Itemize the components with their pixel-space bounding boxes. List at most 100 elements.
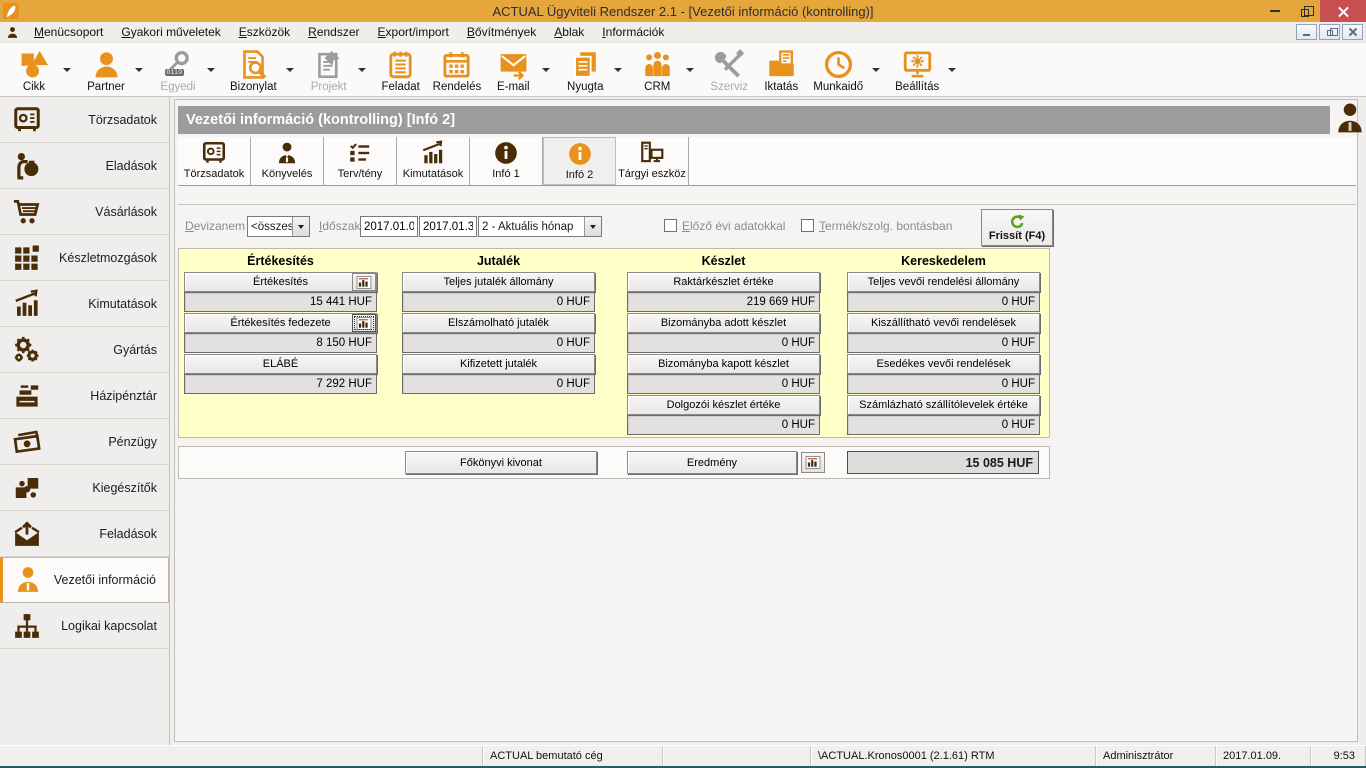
kifizetett-jutalek-button[interactable]: Kifizetett jutalék bbox=[402, 354, 595, 374]
toolbar-beallitas-dropdown[interactable] bbox=[945, 50, 959, 90]
toolbar-email-dropdown[interactable] bbox=[539, 50, 553, 90]
szamlazhato-szallitolevelek-button[interactable]: Számlázható szállítólevelek értéke bbox=[847, 395, 1040, 415]
kiszallithato-rendelesek-button[interactable]: Kiszállítható vevői rendelések bbox=[847, 313, 1040, 333]
sidebar-item-kimutatasok[interactable]: Kimutatások bbox=[0, 281, 169, 327]
teljes-vevoi-rendelesi-button[interactable]: Teljes vevői rendelési állomány bbox=[847, 272, 1040, 292]
toolbar-egyedi-dropdown[interactable] bbox=[204, 50, 218, 90]
toolbar-iktatas-button[interactable]: Iktatás bbox=[755, 47, 807, 93]
date-to-input[interactable] bbox=[419, 216, 477, 237]
metric-value: 0 HUF bbox=[627, 374, 820, 394]
metric-value: 0 HUF bbox=[402, 374, 595, 394]
toolbar-partner-dropdown[interactable] bbox=[132, 50, 146, 90]
ertekesites-fedezete-button[interactable]: Értékesítés fedezete bbox=[184, 313, 377, 333]
tab-kimutatasok[interactable]: Kimutatások bbox=[397, 137, 470, 185]
application-window: { "window": { "title": "ACTUAL Ügyviteli… bbox=[0, 0, 1366, 768]
toolbar-feladat-button[interactable]: Feladat bbox=[375, 47, 427, 93]
chart-button[interactable] bbox=[352, 314, 376, 332]
ertekesites-button[interactable]: Értékesítés bbox=[184, 272, 377, 292]
status-user: Adminisztrátor bbox=[1096, 746, 1216, 766]
menu-export-import[interactable]: Export/import bbox=[369, 23, 458, 41]
dolgozoi-keszlet-button[interactable]: Dolgozói készlet értéke bbox=[627, 395, 820, 415]
sidebar-item-vasarlasok[interactable]: Vásárlások bbox=[0, 189, 169, 235]
toolbar-munkaido-button[interactable]: Munkaidő bbox=[807, 47, 869, 93]
prev-year-checkbox[interactable] bbox=[664, 219, 677, 232]
toolbar-nyugta-button[interactable]: Nyugta bbox=[559, 47, 611, 93]
menu-rendszer[interactable]: Rendszer bbox=[299, 23, 368, 41]
toolbar-partner-button[interactable]: Partner bbox=[80, 47, 132, 93]
chart-button[interactable] bbox=[801, 452, 825, 473]
toolbar-rendeles-button[interactable]: Rendelés bbox=[427, 47, 488, 93]
window-minimize-button[interactable] bbox=[1260, 0, 1290, 22]
toolbar-crm-button[interactable]: CRM bbox=[631, 47, 683, 93]
sidebar-item-vezetoi-informacio[interactable]: Vezetői információ bbox=[0, 557, 169, 603]
menu-informaciok[interactable]: Információk bbox=[593, 23, 673, 41]
chart-button[interactable] bbox=[352, 273, 376, 291]
sidebar-item-hazipenztar[interactable]: Házipénztár bbox=[0, 373, 169, 419]
prev-year-label: Előző évi adatokkal bbox=[682, 219, 785, 233]
key-badge: 0110 bbox=[165, 69, 185, 76]
esedekes-rendelesek-button[interactable]: Esedékes vevői rendelések bbox=[847, 354, 1040, 374]
menu-eszkozok[interactable]: Eszközök bbox=[230, 23, 299, 41]
window-close-button[interactable] bbox=[1320, 0, 1366, 22]
window-restore-button[interactable] bbox=[1290, 0, 1320, 22]
status-bar: ACTUAL bemutató cég \ACTUAL.Kronos0001 (… bbox=[0, 745, 1366, 766]
sidebar-item-penzugy[interactable]: Pénzügy bbox=[0, 419, 169, 465]
elabe-button[interactable]: ELÁBÉ bbox=[184, 354, 377, 374]
tab-konyveles[interactable]: Könyvelés bbox=[251, 137, 324, 185]
toolbar-munkaido-dropdown[interactable] bbox=[869, 50, 883, 90]
toolbar-nyugta-dropdown[interactable] bbox=[611, 50, 625, 90]
raktarkeszlet-button[interactable]: Raktárkészlet értéke bbox=[627, 272, 820, 292]
mini-chart-icon bbox=[356, 317, 372, 330]
sidebar-item-logikai-kapcsolat[interactable]: Logikai kapcsolat bbox=[0, 603, 169, 649]
menu-ablak[interactable]: Ablak bbox=[545, 23, 593, 41]
controlling-form: Vezetői információ (kontrolling) [Infó 2… bbox=[174, 99, 1358, 742]
toolbar-beallitas-button[interactable]: Beállítás bbox=[889, 47, 945, 93]
bizomanyba-adott-button[interactable]: Bizományba adott készlet bbox=[627, 313, 820, 333]
mdi-restore-button[interactable] bbox=[1319, 24, 1340, 40]
toolbar-projekt-dropdown[interactable] bbox=[355, 50, 369, 90]
toolbar-email-button[interactable]: E-mail bbox=[487, 47, 539, 93]
mini-chart-icon bbox=[805, 456, 821, 469]
sidebar-item-gyartas[interactable]: Gyártás bbox=[0, 327, 169, 373]
eredmeny-button[interactable]: Eredmény bbox=[627, 451, 797, 474]
sidebar-item-eladasok[interactable]: Eladások bbox=[0, 143, 169, 189]
menu-bovitmenyek[interactable]: Bővítmények bbox=[458, 23, 545, 41]
currency-select[interactable]: <összes> bbox=[247, 216, 310, 237]
mdi-minimize-button[interactable] bbox=[1296, 24, 1317, 40]
mdi-close-button[interactable] bbox=[1342, 24, 1363, 40]
manager-person-icon bbox=[1332, 101, 1366, 136]
date-from-input[interactable] bbox=[360, 216, 418, 237]
toolbar-bizonylat-button[interactable]: Bizonylat bbox=[224, 47, 283, 93]
tab-torzsadatok[interactable]: Törzsadatok bbox=[178, 137, 251, 185]
tab-targyi-eszkoz[interactable]: Tárgyi eszköz bbox=[616, 137, 689, 185]
metric-value: 219 669 HUF bbox=[627, 292, 820, 312]
elszamolhato-jutalek-button[interactable]: Elszámolható jutalék bbox=[402, 313, 595, 333]
teljes-jutalek-button[interactable]: Teljes jutalék állomány bbox=[402, 272, 595, 292]
info-circle-icon bbox=[567, 141, 593, 167]
restore-icon bbox=[1327, 30, 1333, 36]
tab-info-1[interactable]: Infó 1 bbox=[470, 137, 543, 185]
toolbar-cikk-dropdown[interactable] bbox=[60, 50, 74, 90]
toolbar-bizonylat-dropdown[interactable] bbox=[283, 50, 297, 90]
metric-value: 0 HUF bbox=[847, 374, 1040, 394]
sidebar-item-feladasok[interactable]: Feladások bbox=[0, 511, 169, 557]
fokonyvi-kivonat-button[interactable]: Főkönyvi kivonat bbox=[405, 451, 597, 474]
bizomanyba-kapott-button[interactable]: Bizományba kapott készlet bbox=[627, 354, 820, 374]
sidebar-item-kiegeszitok[interactable]: Kiegészítők bbox=[0, 465, 169, 511]
metric-value: 0 HUF bbox=[627, 333, 820, 353]
product-split-checkbox[interactable] bbox=[801, 219, 814, 232]
refresh-button[interactable]: Frissít (F4) bbox=[981, 209, 1053, 246]
tab-info-2[interactable]: Infó 2 bbox=[543, 137, 616, 185]
toolbar-cikk-button[interactable]: Cikk bbox=[8, 47, 60, 93]
sidebar-item-keszletmozgasok[interactable]: Készletmozgások bbox=[0, 235, 169, 281]
metric-pair: Elszámolható jutalék 0 HUF bbox=[402, 313, 595, 353]
sidebar-item-torzsadatok[interactable]: Törzsadatok bbox=[0, 97, 169, 143]
tab-terv-teny[interactable]: Terv/tény bbox=[324, 137, 397, 185]
period-preset-select[interactable]: 2 - Aktuális hónap bbox=[478, 216, 602, 237]
toolbar-crm-dropdown[interactable] bbox=[683, 50, 697, 90]
menu-gyakori-muveletek[interactable]: Gyakori műveletek bbox=[112, 23, 229, 41]
column-ertekesites: Értékesítés Értékesítés 15 441 HUF Érték… bbox=[184, 251, 377, 395]
checklist-icon bbox=[347, 140, 373, 166]
column-header: Értékesítés bbox=[184, 251, 377, 272]
menu-menucsoport[interactable]: Menücsoport bbox=[25, 23, 112, 41]
